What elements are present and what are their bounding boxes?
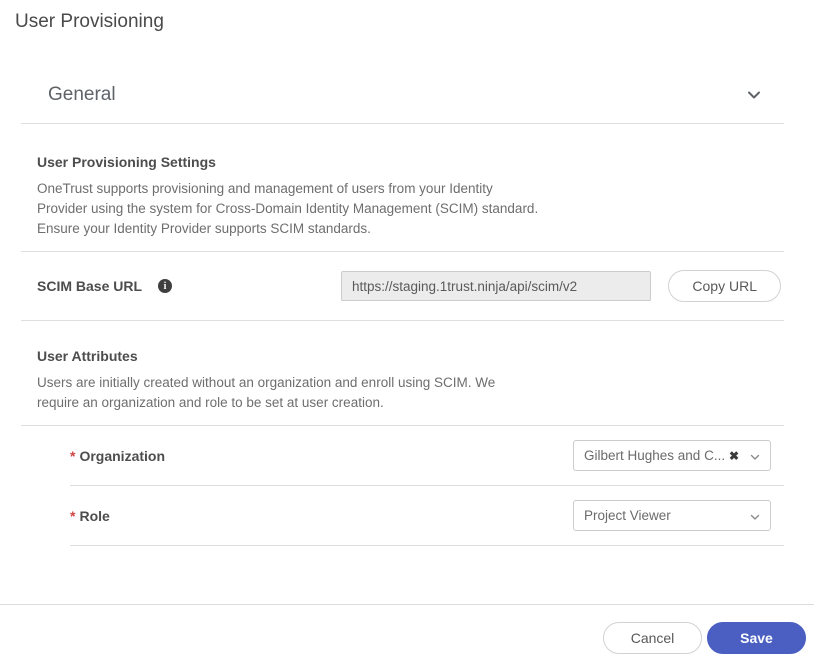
role-label: *Role xyxy=(70,508,110,524)
provisioning-settings-heading: User Provisioning Settings xyxy=(37,154,784,170)
general-section-header[interactable]: General xyxy=(21,84,784,124)
chevron-down-icon xyxy=(749,510,761,522)
scim-base-url-input[interactable] xyxy=(341,271,651,301)
chevron-down-icon[interactable] xyxy=(746,87,762,103)
role-row: *Role Project Viewer xyxy=(21,486,784,545)
organization-select[interactable]: Gilbert Hughes and C... ✖ xyxy=(573,440,771,471)
scim-base-url-label: SCIM Base URL xyxy=(37,278,142,294)
organization-row: *Organization Gilbert Hughes and C... ✖ xyxy=(21,426,784,485)
organization-label: *Organization xyxy=(70,448,165,464)
clear-selection-icon[interactable]: ✖ xyxy=(729,450,739,462)
required-marker: * xyxy=(70,508,75,524)
role-selected-value: Project Viewer xyxy=(584,508,749,523)
scim-base-url-row: SCIM Base URL i Copy URL xyxy=(21,252,784,321)
user-attributes-heading: User Attributes xyxy=(37,348,784,364)
page-title: User Provisioning xyxy=(15,9,814,35)
organization-selected-value: Gilbert Hughes and C... xyxy=(584,448,725,463)
user-attributes-description: Users are initially created without an o… xyxy=(37,373,517,413)
footer-action-bar: Cancel Save xyxy=(0,604,814,661)
cancel-button[interactable]: Cancel xyxy=(603,622,702,654)
required-marker: * xyxy=(70,448,75,464)
save-button[interactable]: Save xyxy=(707,622,806,654)
chevron-down-icon xyxy=(749,450,761,462)
copy-url-button[interactable]: Copy URL xyxy=(668,270,781,302)
provisioning-settings-description: OneTrust supports provisioning and manag… xyxy=(37,179,542,239)
general-panel: General User Provisioning Settings OneTr… xyxy=(21,84,784,546)
general-section-title: General xyxy=(48,84,116,106)
divider xyxy=(70,545,784,546)
role-select[interactable]: Project Viewer xyxy=(573,500,771,531)
info-icon[interactable]: i xyxy=(158,279,172,293)
